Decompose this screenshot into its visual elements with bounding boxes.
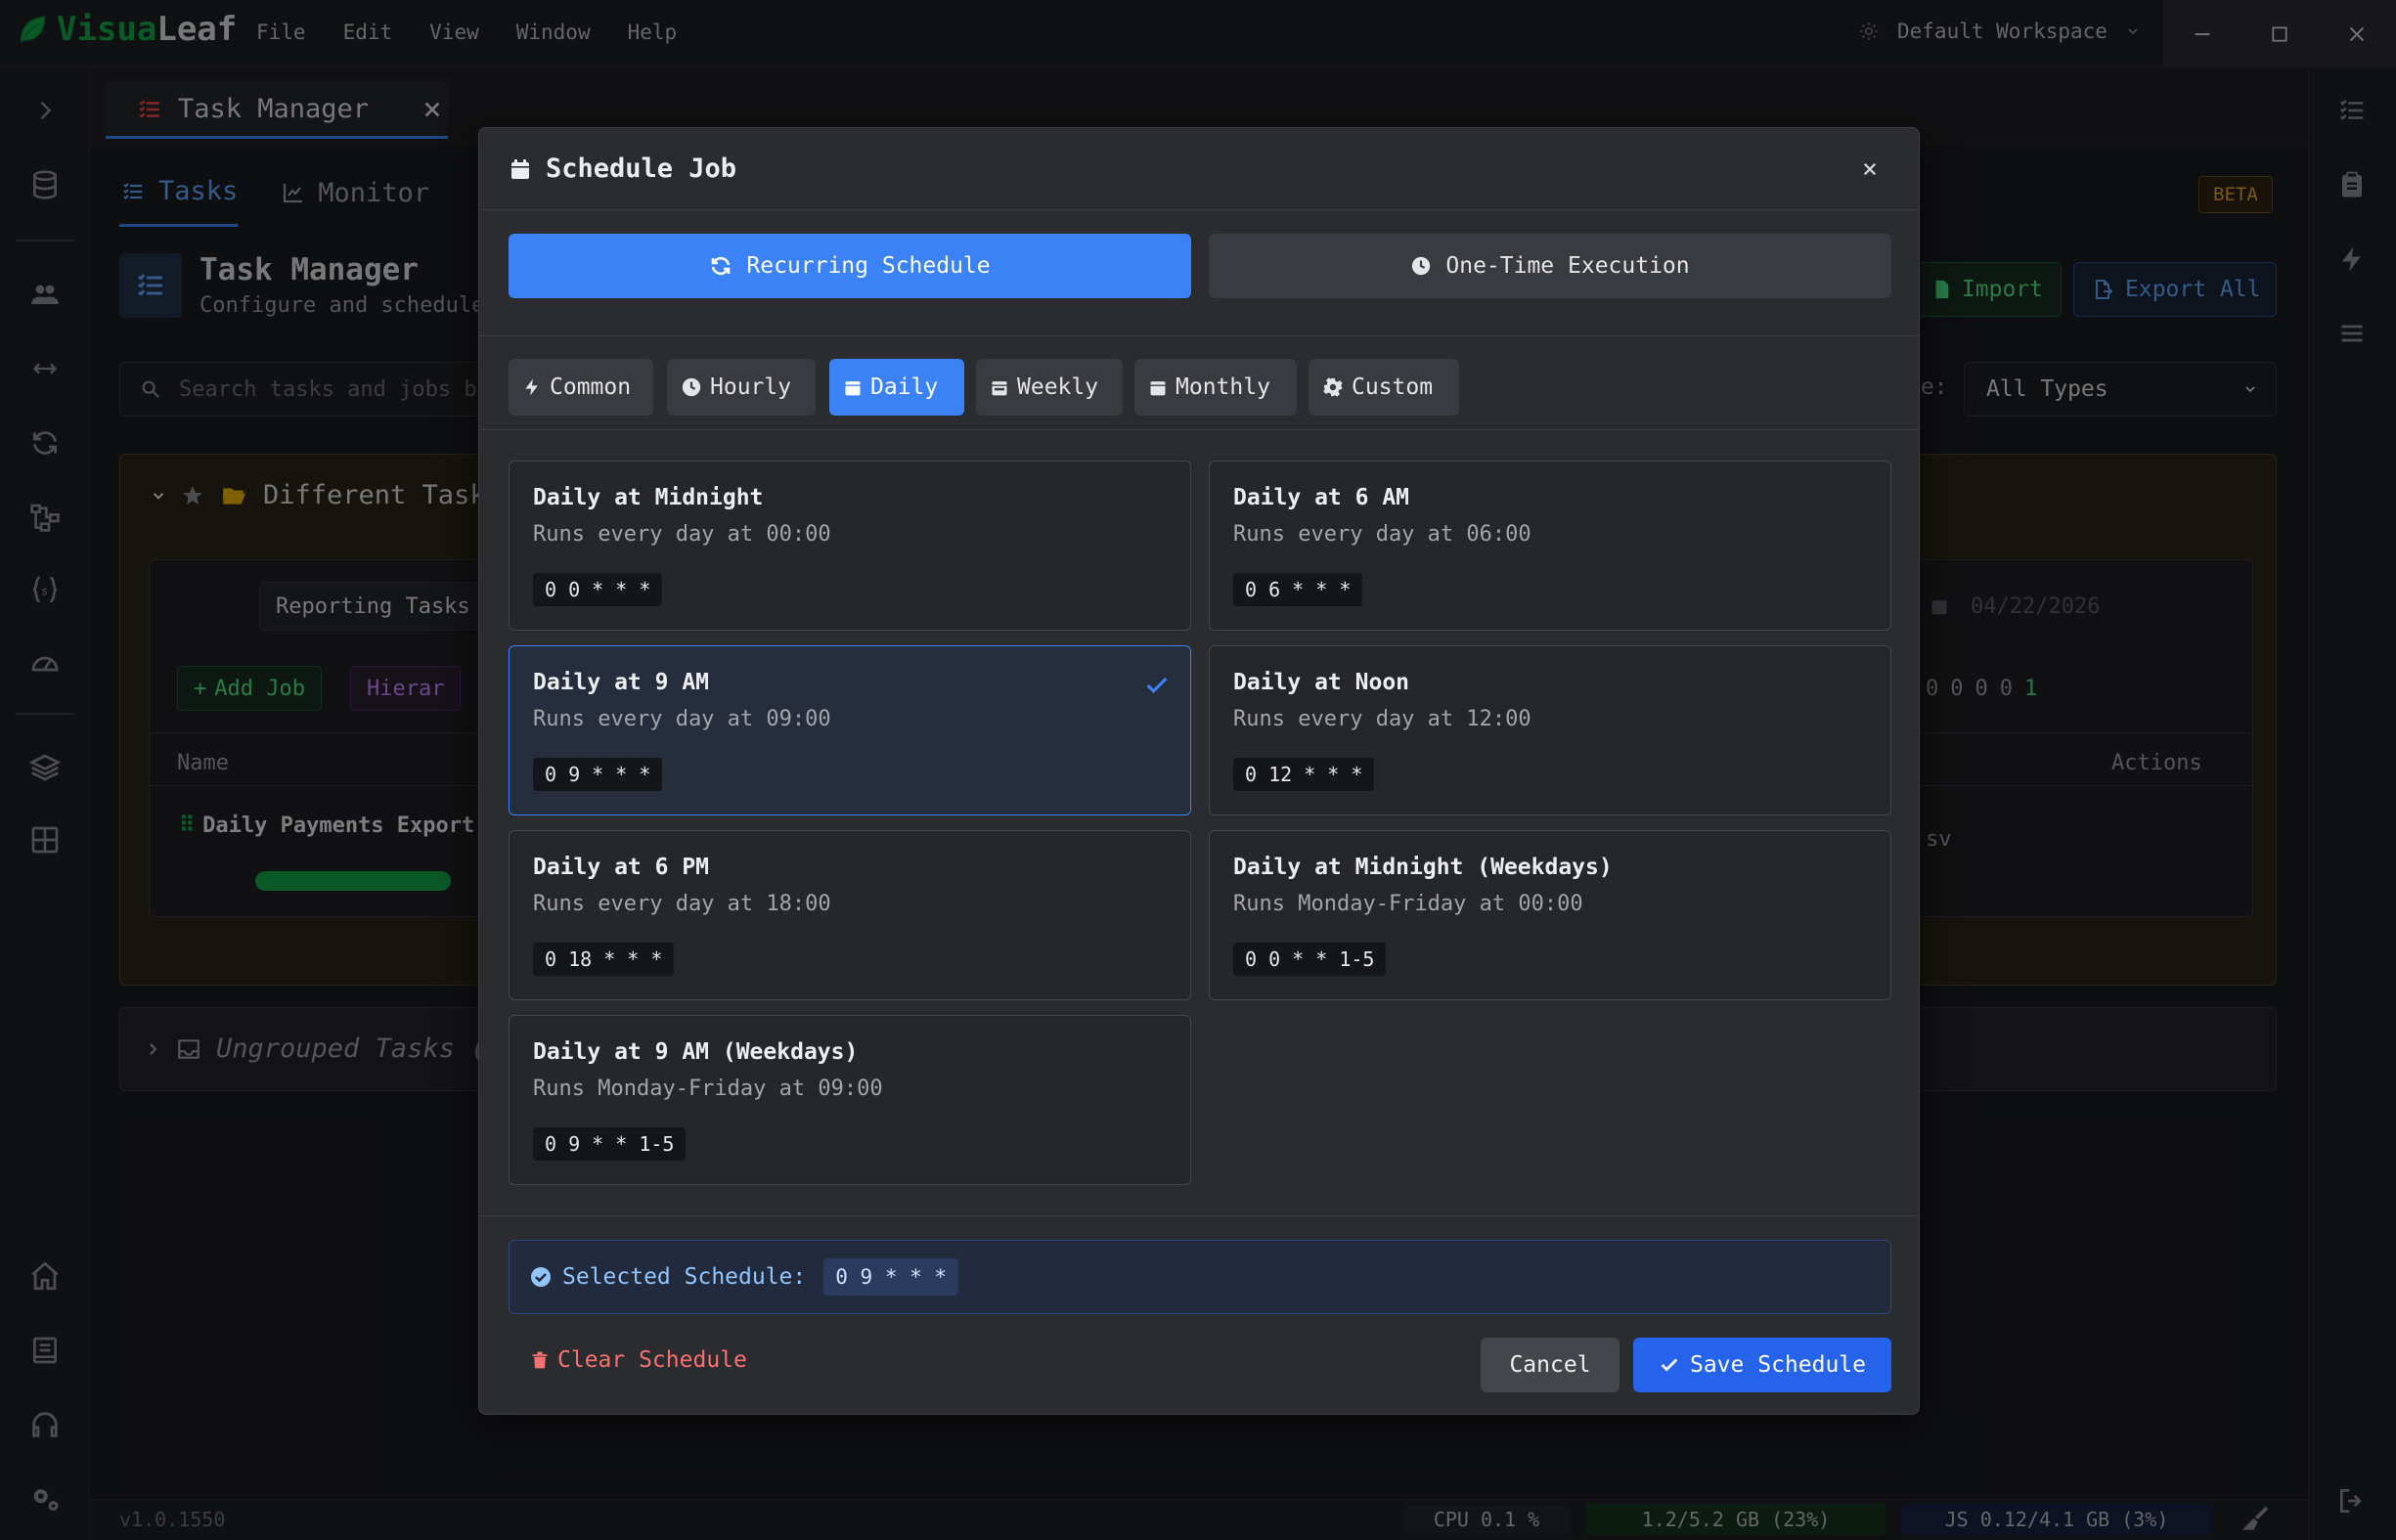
cron-expression: 0 9 * * * <box>533 758 663 791</box>
category-daily[interactable]: Daily <box>829 359 964 416</box>
preset-daily-midnight-weekdays[interactable]: Daily at Midnight (Weekdays) Runs Monday… <box>1209 830 1891 1000</box>
preset-daily-noon[interactable]: Daily at Noon Runs every day at 12:00 0 … <box>1209 645 1891 815</box>
schedule-job-dialog: Schedule Job Recurring Schedule One-Time… <box>478 127 1920 1415</box>
clock-icon <box>682 377 701 397</box>
trash-icon <box>532 1351 548 1369</box>
cron-expression: 0 9 * * 1-5 <box>533 1127 687 1161</box>
cron-expression: 0 0 * * * <box>533 573 663 606</box>
preset-daily-9am[interactable]: Daily at 9 AM Runs every day at 09:00 0 … <box>509 645 1191 815</box>
category-common[interactable]: Common <box>509 359 653 416</box>
clock-icon <box>1412 256 1431 276</box>
cron-expression: 0 12 * * * <box>1233 758 1375 791</box>
category-weekly[interactable]: Weekly <box>976 359 1123 416</box>
category-monthly[interactable]: Monthly <box>1134 359 1297 416</box>
recurring-schedule-button[interactable]: Recurring Schedule <box>509 234 1191 298</box>
gear-icon <box>1323 377 1343 397</box>
calendar-icon <box>845 381 861 396</box>
selected-cron: 0 9 * * * <box>823 1258 959 1296</box>
calendar-month-icon <box>1150 381 1166 396</box>
checkmark-icon <box>1661 1358 1678 1372</box>
calendar-icon <box>509 156 532 182</box>
close-dialog-button[interactable] <box>1856 155 1884 183</box>
calendar-week-icon <box>992 381 1007 396</box>
checkmark-icon <box>1143 672 1171 699</box>
clear-schedule-button[interactable]: Clear Schedule <box>530 1347 747 1373</box>
cancel-button[interactable]: Cancel <box>1481 1338 1620 1392</box>
one-time-execution-button[interactable]: One-Time Execution <box>1209 234 1891 298</box>
category-hourly[interactable]: Hourly <box>667 359 816 416</box>
sync-icon <box>712 256 731 276</box>
category-custom[interactable]: Custom <box>1309 359 1459 416</box>
dialog-header: Schedule Job <box>479 128 1919 210</box>
dialog-title: Schedule Job <box>546 154 737 184</box>
preset-daily-9am-weekdays[interactable]: Daily at 9 AM (Weekdays) Runs Monday-Fri… <box>509 1015 1191 1185</box>
save-schedule-button[interactable]: Save Schedule <box>1633 1338 1891 1392</box>
bolt-icon <box>525 378 538 396</box>
cron-expression: 0 18 * * * <box>533 943 675 976</box>
cron-expression: 0 0 * * 1-5 <box>1233 943 1387 976</box>
preset-daily-midnight[interactable]: Daily at Midnight Runs every day at 00:0… <box>509 461 1191 631</box>
cron-expression: 0 6 * * * <box>1233 573 1363 606</box>
selected-schedule-box: Selected Schedule: 0 9 * * * <box>509 1240 1891 1314</box>
check-circle-icon <box>531 1267 551 1287</box>
preset-daily-6pm[interactable]: Daily at 6 PM Runs every day at 18:00 0 … <box>509 830 1191 1000</box>
preset-daily-6am[interactable]: Daily at 6 AM Runs every day at 06:00 0 … <box>1209 461 1891 631</box>
